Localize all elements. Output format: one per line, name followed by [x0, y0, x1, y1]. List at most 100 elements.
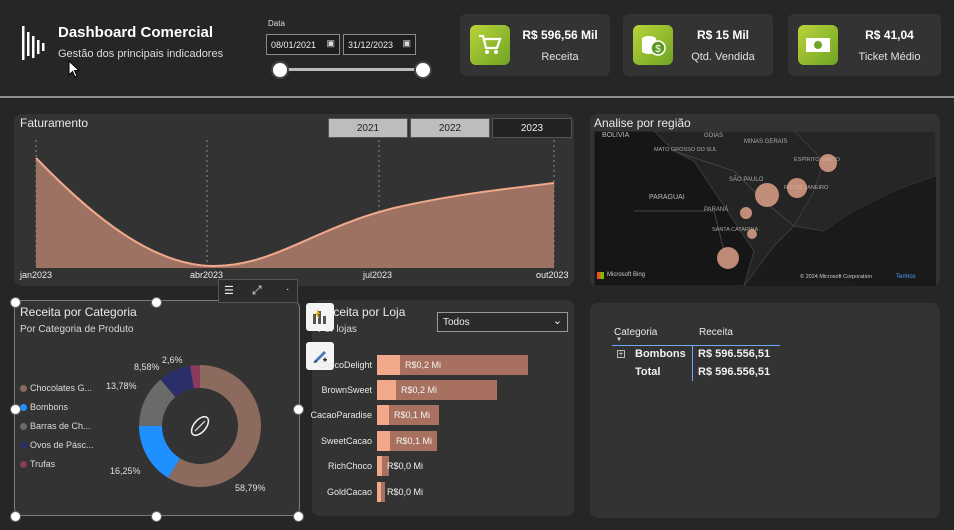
- legend-dot: [20, 385, 27, 393]
- header-divider: [0, 96, 954, 98]
- pct-label: 2,6%: [162, 355, 183, 365]
- map-bubble: [747, 229, 757, 239]
- legend-label: Ovos de Pásc...: [30, 440, 94, 450]
- filter-icon[interactable]: ☰: [224, 284, 234, 297]
- map-bubble: [755, 183, 779, 207]
- resize-handle[interactable]: [10, 404, 21, 415]
- legend-item[interactable]: Chocolates G...: [20, 383, 92, 393]
- kpi-card-receita: R$ 596,56 Mil Receita: [460, 14, 610, 76]
- year-button-2021[interactable]: 2021: [328, 118, 408, 138]
- legend-dot: [20, 461, 27, 469]
- legend-item[interactable]: Trufas: [20, 459, 55, 469]
- map-label: BOLIVIA: [602, 132, 630, 139]
- kpi-value: R$ 596,56 Mil: [522, 28, 598, 42]
- x-label-out: out2023: [536, 270, 569, 280]
- map-bubble: [717, 247, 739, 269]
- resize-handle[interactable]: [293, 511, 304, 522]
- date-end-input[interactable]: 31/12/2023 ▣: [343, 34, 416, 55]
- cash-icon: [798, 25, 838, 65]
- map-label: PARAGUAI: [649, 194, 685, 201]
- legend-item[interactable]: Bombons: [20, 402, 68, 412]
- resize-handle[interactable]: [293, 404, 304, 415]
- page-title: Dashboard Comercial: [58, 24, 214, 41]
- visualization-icon[interactable]: [306, 303, 334, 331]
- legend-dot: [20, 442, 27, 450]
- page-subtitle: Gestão dos principais indicadores: [58, 48, 224, 60]
- map-bubble: [740, 207, 752, 219]
- year-button-2022[interactable]: 2022: [410, 118, 490, 138]
- table-cell-receita: R$ 596.556,51: [698, 348, 771, 360]
- resize-handle[interactable]: [151, 511, 162, 522]
- regiao-title: Analise por região: [594, 116, 691, 130]
- store-bar[interactable]: [377, 431, 390, 451]
- bing-logo-icon: [597, 272, 604, 279]
- map-copyright: © 2024 Microsoft Corporation: [800, 274, 872, 280]
- date-slider-handle-end[interactable]: [414, 61, 432, 79]
- store-bar[interactable]: [377, 355, 400, 375]
- region-map[interactable]: BOLIVIA GOIAS MATO GROSSO DO SUL MINAS G…: [594, 131, 936, 286]
- date-end-value: 31/12/2023: [348, 40, 394, 50]
- coins-icon: $: [633, 25, 673, 65]
- store-bar[interactable]: [377, 482, 381, 502]
- store-label: GoldCacao: [326, 487, 372, 497]
- faturamento-title: Faturamento: [20, 116, 89, 130]
- store-bar[interactable]: [377, 405, 389, 425]
- mouse-cursor-icon: [68, 59, 81, 83]
- map-attribution: Microsoft Bing: [607, 272, 646, 278]
- store-label: CacaoParadise: [310, 410, 372, 420]
- pct-label: 58,79%: [235, 483, 266, 493]
- pct-label: 16,25%: [110, 466, 141, 476]
- legend-label: Trufas: [30, 459, 56, 469]
- table-cell-categoria: Total: [635, 366, 661, 378]
- map-label: GOIAS: [704, 133, 723, 139]
- store-bar[interactable]: [377, 456, 382, 476]
- sort-arrow-icon[interactable]: ▼: [616, 337, 622, 343]
- kpi-label: Receita: [541, 51, 579, 63]
- map-terms-link[interactable]: Termos: [896, 274, 916, 280]
- kpi-value: R$ 41,04: [865, 28, 914, 42]
- store-label: BrownSweet: [321, 385, 372, 395]
- store-bar-label: R$0,0 Mi: [387, 487, 424, 497]
- legend-label: Bombons: [30, 402, 69, 412]
- calendar-icon[interactable]: ▣: [326, 38, 335, 49]
- table-cell-receita: R$ 596.556,51: [698, 366, 771, 378]
- table-header-receita[interactable]: Receita: [699, 327, 733, 338]
- date-filter-label: Data: [268, 19, 285, 28]
- resize-handle[interactable]: [10, 297, 21, 308]
- legend-label: Barras de Ch...: [30, 421, 91, 431]
- store-dropdown-value: Todos: [443, 317, 470, 328]
- store-bar-label: R$0,0 Mi: [387, 461, 424, 471]
- date-slider-track[interactable]: [280, 68, 423, 71]
- store-bar-label: R$0,2 Mi: [401, 385, 438, 395]
- store-bar-label: R$0,1 Mi: [394, 410, 431, 420]
- map-label: PARANÁ: [704, 206, 728, 213]
- kpi-card-qtd-vendida: $ R$ 15 Mil Qtd. Vendida: [623, 14, 773, 76]
- focus-mode-icon[interactable]: ⤢: [252, 283, 262, 298]
- date-start-value: 08/01/2021: [271, 40, 317, 50]
- svg-text:$: $: [655, 44, 661, 55]
- pct-label: 8,58%: [134, 362, 160, 372]
- store-dropdown[interactable]: Todos ⌄: [437, 312, 568, 332]
- store-bar[interactable]: [377, 380, 396, 400]
- legend-label: Chocolates G...: [30, 383, 93, 393]
- categoria-subtitle: Por Categoria de Produto: [20, 324, 134, 335]
- map-label: MINAS GERAIS: [744, 139, 787, 145]
- more-options-icon[interactable]: ·: [286, 284, 289, 295]
- table-col-divider: [692, 345, 693, 381]
- year-button-2023[interactable]: 2023: [492, 118, 572, 138]
- legend-item[interactable]: Barras de Ch...: [20, 421, 91, 431]
- resize-handle[interactable]: [10, 511, 21, 522]
- legend-item[interactable]: Ovos de Pásc...: [20, 440, 94, 450]
- logo-icon: [20, 24, 48, 62]
- map-bubble: [787, 178, 807, 198]
- calendar-icon[interactable]: ▣: [402, 38, 411, 49]
- date-start-input[interactable]: 08/01/2021 ▣: [266, 34, 340, 55]
- store-bar-label: R$0,1 Mi: [396, 436, 433, 446]
- store-label: RichChoco: [327, 461, 372, 471]
- map-label: MATO GROSSO DO SUL: [654, 147, 717, 153]
- table-cell-categoria: Bombons: [635, 348, 686, 360]
- expand-icon[interactable]: +: [617, 350, 625, 358]
- resize-handle[interactable]: [151, 297, 162, 308]
- date-slider-handle-start[interactable]: [271, 61, 289, 79]
- store-label: ChocoDelight: [317, 360, 372, 370]
